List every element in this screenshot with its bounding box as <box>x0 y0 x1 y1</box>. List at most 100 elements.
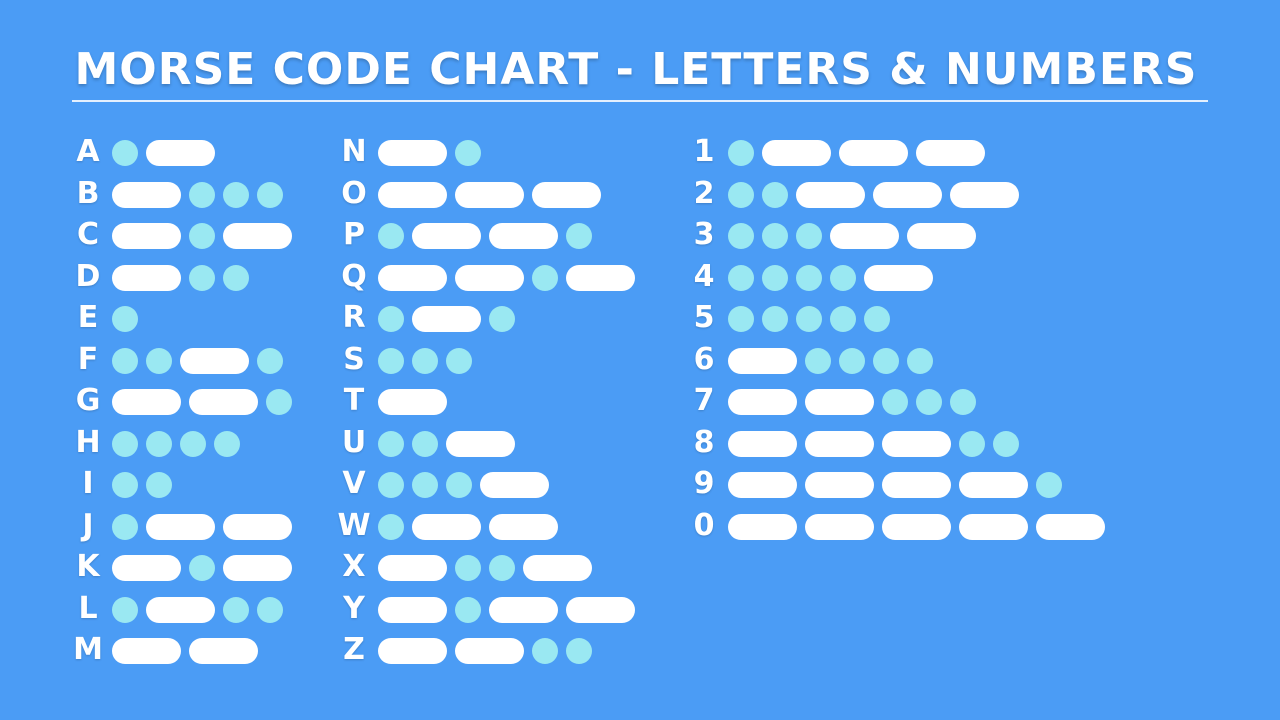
morse-dot <box>959 430 985 457</box>
morse-character: K <box>76 549 100 584</box>
morse-character: 2 <box>693 175 715 211</box>
morse-code <box>728 347 941 374</box>
morse-dot <box>412 472 438 498</box>
morse-dash <box>446 430 515 457</box>
morse-dot <box>214 430 240 457</box>
morse-dot <box>378 472 404 498</box>
morse-character: D <box>75 258 101 294</box>
morse-code <box>378 264 643 291</box>
morse-dash <box>480 472 549 498</box>
morse-dot <box>728 223 754 249</box>
morse-dot <box>112 513 138 540</box>
morse-dot <box>830 264 856 291</box>
morse-dash <box>112 555 181 581</box>
morse-dash <box>378 638 447 664</box>
morse-dash <box>882 430 951 457</box>
morse-character: G <box>75 383 101 418</box>
morse-character: U <box>341 424 367 460</box>
morse-dot <box>805 347 831 374</box>
morse-code <box>112 140 223 166</box>
morse-dot <box>378 430 404 457</box>
morse-dot <box>873 347 899 374</box>
morse-dash <box>378 264 447 291</box>
morse-character: R <box>342 300 366 335</box>
morse-dash <box>728 347 797 374</box>
morse-dash <box>378 555 447 581</box>
morse-dash <box>146 513 215 540</box>
morse-code <box>112 638 266 664</box>
morse-dash <box>864 264 933 291</box>
morse-code <box>728 306 898 332</box>
morse-dash <box>223 555 292 581</box>
morse-code <box>378 596 643 623</box>
morse-code <box>728 389 984 415</box>
morse-dash <box>146 140 215 166</box>
morse-dot <box>266 389 292 415</box>
morse-character: 9 <box>693 466 715 501</box>
morse-dot <box>796 223 822 249</box>
morse-code <box>112 181 291 208</box>
morse-dot <box>412 347 438 374</box>
morse-dot <box>146 430 172 457</box>
morse-dash <box>112 181 181 208</box>
morse-dot <box>378 306 404 332</box>
morse-dash <box>830 223 899 249</box>
morse-dot <box>180 430 206 457</box>
morse-character: T <box>343 383 365 418</box>
morse-code <box>728 513 1113 540</box>
morse-character: J <box>82 507 94 543</box>
morse-code <box>378 513 566 540</box>
morse-dot <box>257 596 283 623</box>
morse-dash <box>112 264 181 291</box>
morse-dash <box>455 181 524 208</box>
morse-dot <box>993 430 1019 457</box>
morse-dash <box>112 638 181 664</box>
morse-dot <box>446 472 472 498</box>
morse-dash <box>378 181 447 208</box>
morse-dot <box>728 181 754 208</box>
morse-dot <box>112 140 138 166</box>
morse-character: W <box>337 507 371 543</box>
morse-character: Z <box>343 632 365 667</box>
morse-dot <box>112 306 138 332</box>
morse-code <box>728 181 1027 208</box>
morse-character: 5 <box>693 300 715 335</box>
morse-dot <box>146 347 172 374</box>
morse-dot <box>796 306 822 332</box>
morse-dash <box>223 513 292 540</box>
morse-code <box>112 513 300 540</box>
morse-dash <box>189 638 258 664</box>
morse-dot <box>566 638 592 664</box>
morse-dot <box>189 264 215 291</box>
morse-dot <box>112 430 138 457</box>
morse-dash <box>762 140 831 166</box>
morse-dot <box>916 389 942 415</box>
morse-dash <box>412 223 481 249</box>
morse-dot <box>223 596 249 623</box>
morse-dot <box>532 264 558 291</box>
morse-dot <box>907 347 933 374</box>
morse-dash <box>223 223 292 249</box>
morse-code <box>378 306 523 332</box>
morse-character: L <box>78 590 98 626</box>
morse-code <box>378 638 600 664</box>
morse-dash <box>1036 513 1105 540</box>
morse-character: A <box>76 134 100 169</box>
morse-dash <box>532 181 601 208</box>
morse-dot <box>762 306 788 332</box>
morse-dot <box>189 555 215 581</box>
morse-character: X <box>342 549 366 584</box>
morse-dash <box>146 596 215 623</box>
morse-dash <box>805 389 874 415</box>
morse-dot <box>728 306 754 332</box>
morse-code <box>728 472 1070 498</box>
morse-dot <box>257 181 283 208</box>
chart-title: MORSE CODE CHART - LETTERS & NUMBERS <box>74 44 1198 95</box>
morse-dash <box>728 430 797 457</box>
morse-dot <box>412 430 438 457</box>
morse-code <box>112 347 291 374</box>
morse-dot <box>223 264 249 291</box>
morse-character: Y <box>343 590 365 626</box>
morse-character: C <box>76 217 100 252</box>
morse-character: I <box>82 466 94 501</box>
